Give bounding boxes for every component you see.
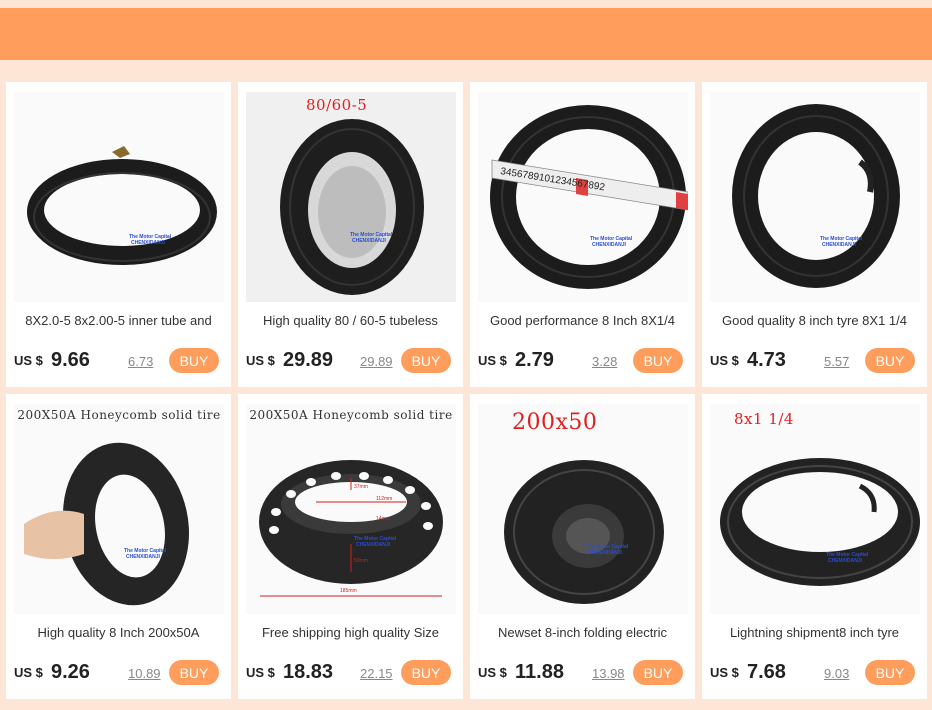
buy-button[interactable]: BUY — [169, 348, 219, 373]
old-price: 5.57 — [824, 354, 850, 369]
product-card[interactable]: The Motor Capital CHENXIDANJI 80/60-5 Hi… — [238, 82, 463, 387]
product-card[interactable]: 37mm 112mm 14mm 50mm 185mm The Motor Cap… — [238, 394, 463, 699]
product-title[interactable]: Lightning shipment8 inch tyre — [706, 625, 923, 643]
currency-label: US $ — [246, 665, 275, 680]
dimension-label: 37mm — [354, 484, 368, 490]
svg-text:CHENXIDANJI: CHENXIDANJI — [126, 554, 161, 560]
currency-label: US $ — [478, 353, 507, 368]
tire-with-ruler-image[interactable]: 3456789101234567892 The Motor Capital CH… — [478, 92, 688, 302]
image-caption: 80/60-5 — [306, 96, 368, 114]
old-price: 22.15 — [360, 666, 393, 681]
product-grid: The Motor Capital CHENXIDANJI 8X2.0-5 8x… — [6, 82, 932, 702]
old-price: 9.03 — [824, 666, 850, 681]
svg-text:CHENXIDANJI: CHENXIDANJI — [352, 238, 387, 244]
price-value: 9.66 — [51, 349, 90, 371]
svg-text:CHENXIDANJI: CHENXIDANJI — [356, 542, 391, 548]
product-card[interactable]: The Motor Capital CHENXIDANJI 8x1 1/4 Li… — [702, 394, 927, 699]
svg-text:CHENXIDANJI: CHENXIDANJI — [828, 558, 863, 564]
tubeless-tire-image[interactable]: The Motor Capital CHENXIDANJI 80/60-5 — [246, 92, 456, 302]
price-value: 2.79 — [515, 349, 554, 371]
svg-text:CHENXIDANJI: CHENXIDANJI — [592, 242, 627, 248]
image-caption: 200x50 — [512, 410, 598, 435]
currency-label: US $ — [478, 665, 507, 680]
svg-text:CHENXIDANJI: CHENXIDANJI — [131, 240, 166, 246]
svg-text:CHENXIDANJI: CHENXIDANJI — [588, 550, 623, 556]
price-row: US $ 11.88 13.98 BUY — [478, 660, 687, 686]
product-title[interactable]: 8X2.0-5 8x2.00-5 inner tube and — [10, 313, 227, 331]
image-caption: 200X50A Honeycomb solid tire — [249, 408, 453, 422]
price-row: US $ 2.79 3.28 BUY — [478, 348, 687, 374]
price-value: 9.26 — [51, 661, 90, 683]
product-card[interactable]: The Motor Capital CHENXIDANJI 200x50 New… — [470, 394, 695, 699]
old-price: 13.98 — [592, 666, 625, 681]
price-row: US $ 9.26 10.89 BUY — [14, 660, 223, 686]
price-value: 29.89 — [283, 349, 334, 371]
old-price: 6.73 — [128, 354, 154, 369]
price-row: US $ 29.89 29.89 BUY — [246, 348, 455, 374]
inner-tube-image[interactable]: The Motor Capital CHENXIDANJI — [14, 92, 224, 302]
buy-button[interactable]: BUY — [401, 348, 451, 373]
price-value: 4.73 — [747, 349, 786, 371]
tire-and-tube-image[interactable]: The Motor Capital CHENXIDANJI — [710, 92, 920, 302]
product-card[interactable]: The Motor Capital CHENXIDANJI 8X2.0-5 8x… — [6, 82, 231, 387]
product-title[interactable]: High quality 8 Inch 200x50A — [10, 625, 227, 643]
price-row: US $ 18.83 22.15 BUY — [246, 660, 455, 686]
buy-button[interactable]: BUY — [401, 660, 451, 685]
product-card[interactable]: The Motor Capital CHENXIDANJI 200X50A Ho… — [6, 394, 231, 699]
dimension-label: 50mm — [354, 558, 368, 564]
currency-label: US $ — [14, 665, 43, 680]
buy-button[interactable]: BUY — [865, 348, 915, 373]
honeycomb-tire-hand-image[interactable]: The Motor Capital CHENXIDANJI 200X50A Ho… — [14, 404, 224, 614]
product-title[interactable]: Good quality 8 inch tyre 8X1 1/4 — [706, 313, 923, 331]
buy-button[interactable]: BUY — [169, 660, 219, 685]
currency-label: US $ — [14, 353, 43, 368]
price-value: 11.88 — [515, 661, 564, 683]
currency-label: US $ — [246, 353, 275, 368]
price-row: US $ 4.73 5.57 BUY — [710, 348, 919, 374]
old-price: 3.28 — [592, 354, 618, 369]
buy-button[interactable]: BUY — [633, 348, 683, 373]
price-value: 7.68 — [747, 661, 786, 683]
product-title[interactable]: Good performance 8 Inch 8X1/4 — [474, 313, 691, 331]
product-title[interactable]: Free shipping high quality Size — [242, 625, 459, 643]
price-row: US $ 7.68 9.03 BUY — [710, 660, 919, 686]
honeycomb-tire-dimensions-image[interactable]: 37mm 112mm 14mm 50mm 185mm The Motor Cap… — [246, 404, 456, 614]
product-card[interactable]: The Motor Capital CHENXIDANJI Good quali… — [702, 82, 927, 387]
old-price: 10.89 — [128, 666, 161, 681]
product-title[interactable]: High quality 80 / 60-5 tubeless — [242, 313, 459, 331]
price-value: 18.83 — [283, 661, 334, 683]
header-banner — [0, 8, 932, 60]
tire-8x1-image[interactable]: The Motor Capital CHENXIDANJI 8x1 1/4 — [710, 404, 920, 614]
svg-text:CHENXIDANJI: CHENXIDANJI — [822, 242, 857, 248]
image-caption: 8x1 1/4 — [734, 410, 794, 428]
dimension-label: 185mm — [340, 588, 357, 594]
product-card[interactable]: 3456789101234567892 The Motor Capital CH… — [470, 82, 695, 387]
old-price: 29.89 — [360, 354, 393, 369]
buy-button[interactable]: BUY — [865, 660, 915, 685]
price-row: US $ 9.66 6.73 BUY — [14, 348, 223, 374]
product-title[interactable]: Newset 8-inch folding electric — [474, 625, 691, 643]
currency-label: US $ — [710, 353, 739, 368]
buy-button[interactable]: BUY — [633, 660, 683, 685]
tire-200x50-image[interactable]: The Motor Capital CHENXIDANJI 200x50 — [478, 404, 688, 614]
currency-label: US $ — [710, 665, 739, 680]
dimension-label: 14mm — [376, 516, 390, 522]
dimension-label: 112mm — [376, 496, 392, 502]
image-caption: 200X50A Honeycomb solid tire — [17, 408, 221, 422]
